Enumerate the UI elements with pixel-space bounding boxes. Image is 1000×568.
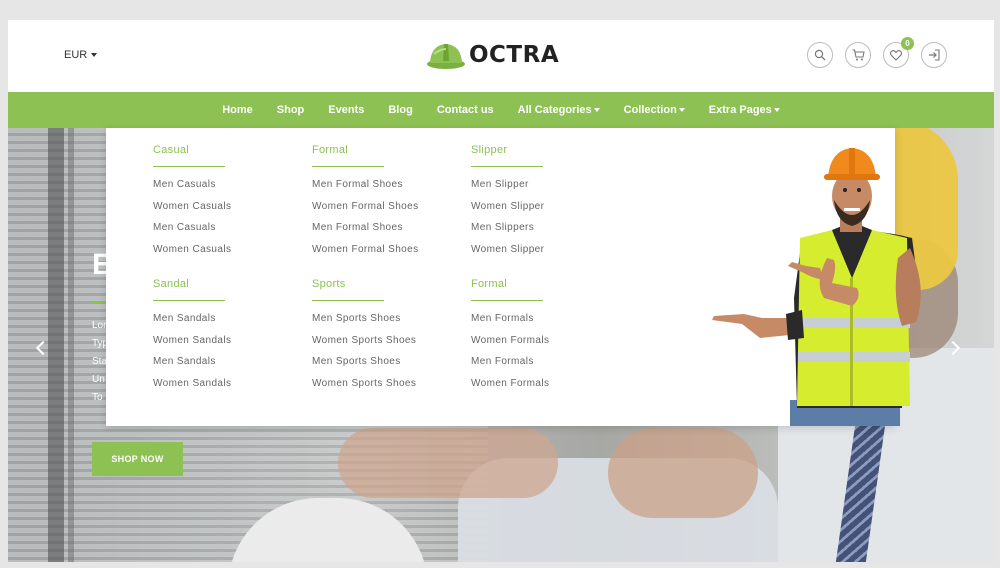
nav-blog[interactable]: Blog [388, 104, 412, 116]
menu-column-title[interactable]: Casual [153, 144, 231, 156]
nav-all-categories-label: All Categories [517, 104, 592, 116]
menu-column-divider [153, 166, 225, 167]
chevron-down-icon [593, 108, 600, 113]
menu-column-title[interactable]: Slipper [471, 144, 544, 156]
menu-link[interactable]: Men Formal Shoes [312, 179, 419, 201]
menu-link[interactable]: Women Slipper [471, 201, 544, 223]
site-logo[interactable]: OCTRA [426, 38, 559, 72]
nav-shop[interactable]: Shop [277, 104, 305, 116]
nav-home[interactable]: Home [222, 104, 253, 116]
wishlist-count-badge: 0 [901, 37, 914, 50]
heart-icon [890, 49, 902, 61]
menu-link[interactable]: Men Formals [471, 356, 549, 378]
chevron-down-icon [91, 53, 98, 58]
currency-selector[interactable]: EUR [64, 49, 98, 61]
menu-link[interactable]: Men Sports Shoes [312, 356, 416, 378]
menu-column-divider [471, 166, 543, 167]
menu-link[interactable]: Women Sandals [153, 335, 231, 357]
chevron-down-icon [773, 108, 780, 113]
menu-column-divider [312, 300, 384, 301]
hero-text-line: Un [92, 374, 105, 385]
menu-column-formal-2: Formal Men Formals Women Formals Men For… [471, 278, 549, 399]
menu-link[interactable]: Men Casuals [153, 222, 231, 244]
main-nav: Home Shop Events Blog Contact us All Cat… [8, 92, 994, 128]
hero-text-line: Sta [92, 356, 108, 367]
menu-link[interactable]: Women Formals [471, 335, 549, 357]
menu-column-divider [153, 300, 225, 301]
construction-worker-image [712, 148, 921, 426]
hero-text-line: Lor [92, 320, 107, 331]
menu-link[interactable]: Women Casuals [153, 244, 231, 266]
nav-contact[interactable]: Contact us [437, 104, 494, 116]
site-header: EUR OCTRA 0 [8, 20, 994, 92]
nav-extra-pages-label: Extra Pages [708, 104, 772, 116]
login-button[interactable] [921, 42, 947, 68]
chevron-down-icon [678, 108, 685, 113]
search-icon [814, 49, 826, 61]
menu-link[interactable]: Men Slipper [471, 179, 544, 201]
shop-now-button[interactable]: SHOP NOW [92, 442, 183, 476]
nav-all-categories[interactable]: All Categories [518, 104, 600, 116]
search-button[interactable] [807, 42, 833, 68]
nav-collection[interactable]: Collection [624, 104, 685, 116]
browser-frame: EUR OCTRA 0 Home Shop Events Blog Contac… [8, 20, 994, 562]
menu-column-formal: Formal Men Formal Shoes Women Formal Sho… [312, 144, 419, 265]
menu-column-title[interactable]: Formal [471, 278, 549, 290]
header-icons: 0 [807, 37, 947, 68]
cart-button[interactable] [845, 42, 871, 68]
menu-link[interactable]: Men Sandals [153, 356, 231, 378]
hard-hat-logo-icon [427, 44, 465, 69]
menu-column-title[interactable]: Sports [312, 278, 416, 290]
menu-link[interactable]: Men Sports Shoes [312, 313, 416, 335]
menu-link[interactable]: Women Formal Shoes [312, 244, 419, 266]
menu-column-sandal: Sandal Men Sandals Women Sandals Men San… [153, 278, 231, 399]
menu-column-casual: Casual Men Casuals Women Casuals Men Cas… [153, 144, 231, 265]
menu-column-divider [312, 166, 384, 167]
menu-link[interactable]: Men Formals [471, 313, 549, 335]
cart-icon [852, 49, 865, 61]
menu-link[interactable]: Women Casuals [153, 201, 231, 223]
nav-events[interactable]: Events [328, 104, 364, 116]
hero-text-line: To [92, 392, 103, 403]
menu-link[interactable]: Women Slipper [471, 244, 544, 266]
menu-column-divider [471, 300, 543, 301]
menu-column-title[interactable]: Formal [312, 144, 419, 156]
menu-column-slipper: Slipper Men Slipper Women Slipper Men Sl… [471, 144, 544, 265]
menu-link[interactable]: Women Sandals [153, 378, 231, 400]
menu-link[interactable]: Men Slippers [471, 222, 544, 244]
nav-extra-pages[interactable]: Extra Pages [709, 104, 780, 116]
mega-menu: Casual Men Casuals Women Casuals Men Cas… [106, 128, 921, 426]
menu-column-title[interactable]: Sandal [153, 278, 231, 290]
menu-link[interactable]: Women Sports Shoes [312, 378, 416, 400]
nav-collection-label: Collection [623, 104, 677, 116]
menu-link[interactable]: Men Formal Shoes [312, 222, 419, 244]
currency-label: EUR [64, 49, 88, 61]
logo-text: OCTRA [469, 42, 560, 68]
login-icon [929, 49, 940, 61]
menu-column-sports: Sports Men Sports Shoes Women Sports Sho… [312, 278, 416, 399]
menu-link[interactable]: Women Formals [471, 378, 549, 400]
menu-link[interactable]: Women Formal Shoes [312, 201, 419, 223]
menu-link[interactable]: Women Sports Shoes [312, 335, 416, 357]
menu-link[interactable]: Men Casuals [153, 179, 231, 201]
wishlist-button[interactable]: 0 [883, 37, 914, 68]
menu-link[interactable]: Men Sandals [153, 313, 231, 335]
